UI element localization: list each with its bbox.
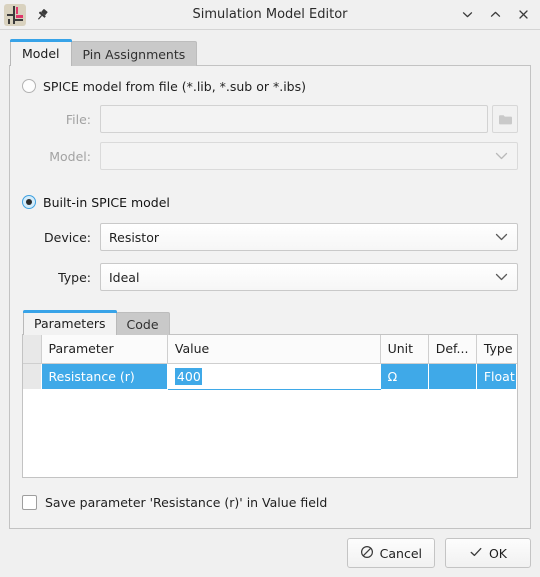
grid-header-row: Parameter Value Unit Def... Type bbox=[23, 335, 517, 364]
column-header-parameter[interactable]: Parameter bbox=[41, 335, 168, 364]
titlebar: Simulation Model Editor bbox=[0, 0, 540, 30]
row-selector[interactable] bbox=[23, 363, 42, 389]
type-select[interactable]: Ideal bbox=[100, 263, 518, 291]
no-entry-icon bbox=[360, 545, 374, 562]
radio-spice-from-file-label: SPICE model from file (*.lib, *.sub or *… bbox=[43, 78, 307, 94]
save-parameter-row[interactable]: Save parameter 'Resistance (r)' in Value… bbox=[22, 495, 518, 510]
cancel-button[interactable]: Cancel bbox=[346, 538, 435, 568]
column-header-unit[interactable]: Unit bbox=[380, 335, 429, 364]
save-parameter-label: Save parameter 'Resistance (r)' in Value… bbox=[45, 495, 328, 510]
check-icon bbox=[469, 545, 483, 562]
radio-builtin-spice-label: Built-in SPICE model bbox=[43, 194, 170, 210]
cell-type[interactable]: Float bbox=[476, 363, 517, 389]
tab-pin-assignments[interactable]: Pin Assignments bbox=[70, 41, 198, 66]
ok-button-label: OK bbox=[488, 545, 508, 561]
tab-model[interactable]: Model bbox=[10, 39, 72, 66]
device-label: Device: bbox=[44, 229, 91, 245]
radio-spice-from-file[interactable]: SPICE model from file (*.lib, *.sub or *… bbox=[22, 76, 518, 96]
column-header-type[interactable]: Type bbox=[476, 335, 517, 364]
dialog-button-bar: Cancel OK bbox=[346, 538, 531, 568]
cell-parameter[interactable]: Resistance (r) bbox=[41, 363, 168, 389]
parameters-group: Parameters Code Parameter Value Unit Def… bbox=[22, 309, 518, 478]
device-select[interactable]: Resistor bbox=[100, 223, 518, 251]
cancel-button-label: Cancel bbox=[379, 545, 422, 561]
browse-file-button[interactable] bbox=[492, 105, 518, 133]
dialog-body: Model Pin Assignments SPICE model from f… bbox=[0, 30, 540, 577]
type-label: Type: bbox=[58, 269, 91, 285]
grid-corner-cell[interactable] bbox=[23, 335, 42, 364]
cell-value-text: 400 bbox=[174, 367, 202, 385]
window-controls bbox=[454, 0, 536, 29]
parameters-tabstrip: Parameters Code bbox=[23, 309, 518, 335]
radio-builtin-spice[interactable]: Built-in SPICE model bbox=[22, 192, 518, 212]
model-panel: SPICE model from file (*.lib, *.sub or *… bbox=[9, 65, 531, 529]
tab-parameters[interactable]: Parameters bbox=[23, 310, 117, 335]
cell-value-editor[interactable]: 400 bbox=[166, 362, 381, 390]
tab-pin-assignments-label: Pin Assignments bbox=[82, 46, 186, 62]
cell-unit[interactable]: Ω bbox=[380, 363, 429, 389]
model-row: Model: bbox=[22, 142, 518, 170]
tab-code-label: Code bbox=[126, 316, 159, 332]
column-header-value[interactable]: Value bbox=[167, 335, 381, 364]
tab-parameters-label: Parameters bbox=[34, 315, 106, 331]
kicad-simulation-icon bbox=[4, 3, 26, 26]
model-label: Model: bbox=[49, 148, 91, 164]
file-row: File: bbox=[22, 105, 518, 133]
main-tabstrip: Model Pin Assignments bbox=[10, 38, 531, 66]
ok-button[interactable]: OK bbox=[445, 538, 531, 568]
folder-icon bbox=[498, 114, 512, 124]
table-row[interactable]: Resistance (r) 400 Ω Float bbox=[23, 362, 517, 390]
chevron-down-icon bbox=[495, 273, 508, 282]
save-parameter-checkbox[interactable] bbox=[22, 495, 37, 510]
device-select-value: Resistor bbox=[109, 229, 159, 245]
file-label: File: bbox=[65, 111, 91, 127]
type-select-value: Ideal bbox=[109, 269, 140, 285]
radio-builtin-spice-indicator[interactable] bbox=[22, 195, 36, 209]
radio-spice-from-file-indicator[interactable] bbox=[22, 79, 36, 93]
chevron-down-icon bbox=[495, 152, 508, 161]
type-row: Type: Ideal bbox=[22, 263, 518, 291]
tab-code[interactable]: Code bbox=[115, 312, 170, 335]
minimize-button[interactable] bbox=[454, 3, 480, 27]
file-input[interactable] bbox=[100, 105, 488, 133]
model-select[interactable] bbox=[100, 142, 518, 170]
chevron-down-icon bbox=[495, 233, 508, 242]
close-button[interactable] bbox=[510, 3, 536, 27]
device-row: Device: Resistor bbox=[22, 223, 518, 251]
cell-default[interactable] bbox=[428, 363, 477, 389]
tab-model-label: Model bbox=[22, 45, 60, 61]
pin-icon[interactable] bbox=[32, 5, 52, 25]
maximize-button[interactable] bbox=[482, 3, 508, 27]
column-header-default[interactable]: Def... bbox=[428, 335, 477, 364]
parameters-grid[interactable]: Parameter Value Unit Def... Type Resista… bbox=[22, 334, 518, 478]
